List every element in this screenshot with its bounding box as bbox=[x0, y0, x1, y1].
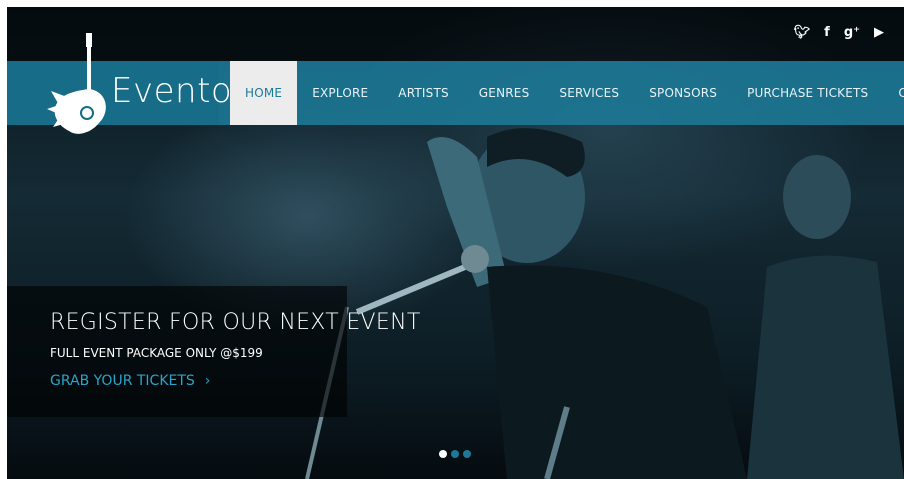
twitter-icon[interactable]: 🐦︎ bbox=[794, 25, 811, 41]
page-frame: 🐦︎ f g⁺ ▶ Evento HOME EXPLORE ARTISTS GE… bbox=[7, 7, 904, 479]
brand-name: Evento bbox=[111, 71, 233, 111]
chevron-right-icon: › bbox=[204, 373, 211, 389]
facebook-icon[interactable]: f bbox=[824, 25, 830, 41]
nav-item-genres[interactable]: GENRES bbox=[464, 61, 545, 125]
logo[interactable]: Evento bbox=[7, 33, 232, 134]
nav-item-sponsors[interactable]: SPONSORS bbox=[634, 61, 732, 125]
background-performer-head bbox=[783, 155, 851, 239]
nav-item-contact[interactable]: CONTACT bbox=[883, 61, 904, 125]
nav-item-artists[interactable]: ARTISTS bbox=[383, 61, 464, 125]
grab-tickets-label: GRAB YOUR TICKETS bbox=[50, 373, 195, 389]
youtube-icon[interactable]: ▶ bbox=[874, 25, 884, 41]
nav-item-purchase-tickets[interactable]: PURCHASE TICKETS bbox=[732, 61, 883, 125]
main-navbar: Evento HOME EXPLORE ARTISTS GENRES SERVI… bbox=[7, 33, 904, 134]
hero-title: REGISTER FOR OUR NEXT EVENT bbox=[50, 310, 421, 335]
nav-item-services[interactable]: SERVICES bbox=[544, 61, 634, 125]
slide-dot-3[interactable] bbox=[463, 450, 471, 458]
slider-pagination bbox=[439, 450, 471, 458]
nav-item-explore[interactable]: EXPLORE bbox=[297, 61, 383, 125]
singer-shirt bbox=[487, 265, 747, 479]
hero-caption: REGISTER FOR OUR NEXT EVENT FULL EVENT P… bbox=[7, 286, 420, 417]
hero-subtitle: FULL EVENT PACKAGE ONLY @$199 bbox=[50, 346, 263, 360]
grab-tickets-link[interactable]: GRAB YOUR TICKETS › bbox=[50, 373, 210, 389]
social-links: 🐦︎ f g⁺ ▶ bbox=[794, 25, 884, 41]
google-plus-icon[interactable]: g⁺ bbox=[844, 25, 860, 41]
slide-dot-1[interactable] bbox=[439, 450, 447, 458]
microphone bbox=[355, 259, 479, 315]
nav-menu: HOME EXPLORE ARTISTS GENRES SERVICES SPO… bbox=[230, 61, 904, 125]
microphone-head bbox=[461, 245, 489, 273]
top-bar: 🐦︎ f g⁺ ▶ bbox=[7, 7, 904, 61]
background-performer-body bbox=[747, 255, 904, 479]
slide-dot-2[interactable] bbox=[451, 450, 459, 458]
guitar-logo-icon bbox=[47, 33, 106, 134]
nav-item-home[interactable]: HOME bbox=[230, 61, 298, 125]
